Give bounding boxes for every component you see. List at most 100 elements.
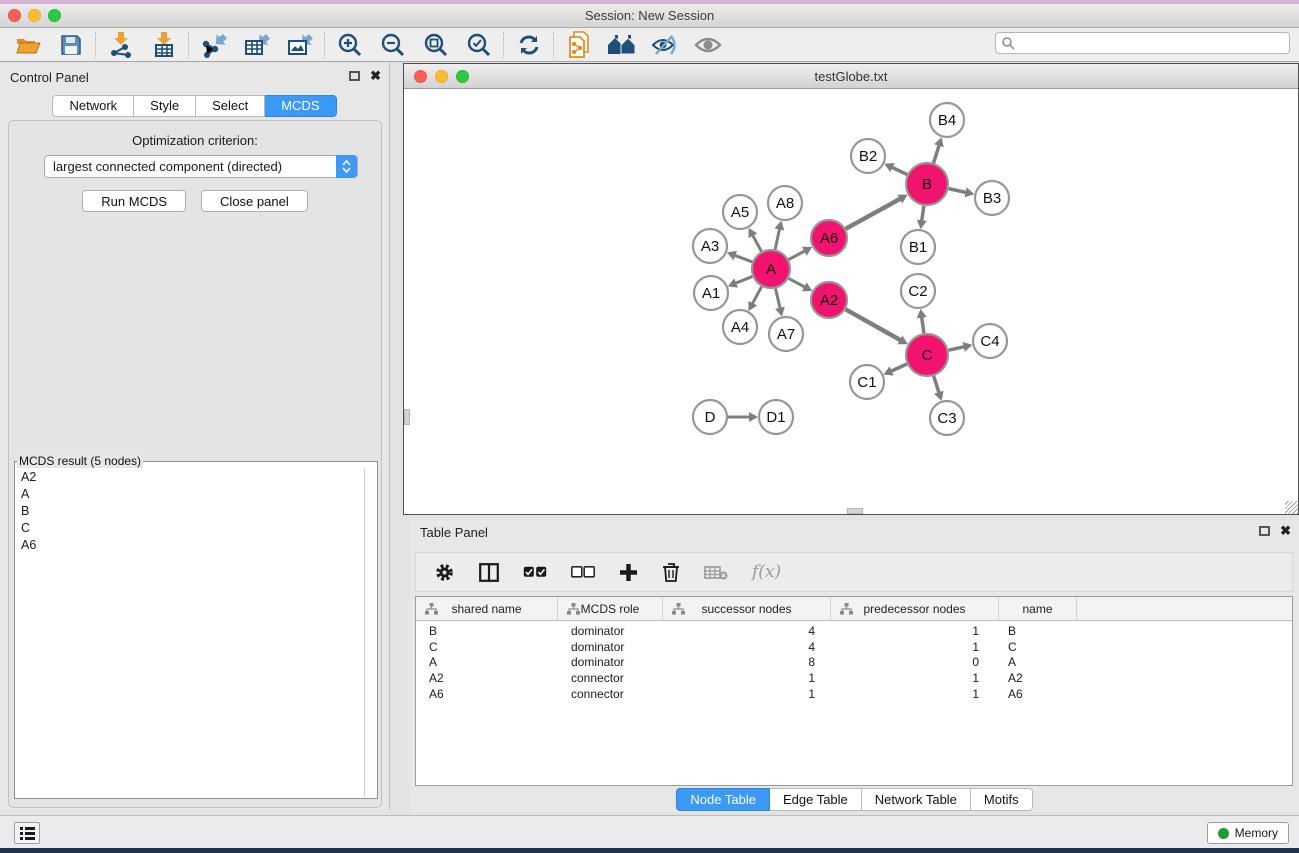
column-header-successor-nodes[interactable]: successor nodes xyxy=(663,597,831,620)
desktop-bottom-strip xyxy=(0,848,1299,853)
edge-C-C1[interactable] xyxy=(890,364,907,372)
result-scrollbar[interactable] xyxy=(364,468,377,797)
result-list-item[interactable]: C xyxy=(16,519,363,536)
column-header-predecessor-nodes[interactable]: predecessor nodes xyxy=(831,597,999,620)
column-header-shared-name[interactable]: shared name xyxy=(416,597,558,620)
table-cell: connector xyxy=(558,671,663,687)
edge-B-B3[interactable] xyxy=(949,189,968,193)
edge-A-A6[interactable] xyxy=(789,250,806,259)
run-mcds-button[interactable]: Run MCDS xyxy=(82,190,186,212)
export-image-button[interactable] xyxy=(278,30,321,60)
edge-A2-C[interactable] xyxy=(846,309,902,341)
save-session-button[interactable] xyxy=(49,30,92,60)
home-layout-button[interactable] xyxy=(600,30,643,60)
tab-select[interactable]: Select xyxy=(196,95,265,117)
zoom-in-button[interactable] xyxy=(328,30,371,60)
graph-node-label: A7 xyxy=(777,326,795,343)
table-row[interactable]: Bdominator41B xyxy=(416,624,1292,640)
result-list-item[interactable]: B xyxy=(16,502,363,519)
open-session-button[interactable] xyxy=(6,30,49,60)
new-network-from-selection-button[interactable] xyxy=(557,30,600,60)
network-canvas[interactable]: B4B2BB3A8A5A6A3B1AA1C2A2A4A7C4CC1DD1C3 xyxy=(404,89,1298,514)
zoom-out-button[interactable] xyxy=(371,30,414,60)
window-resize-grip[interactable] xyxy=(1285,501,1298,514)
toolbar-separator xyxy=(503,32,504,58)
tab-network[interactable]: Network xyxy=(52,95,134,117)
edge-A-A2[interactable] xyxy=(789,278,806,287)
open-folder-icon xyxy=(15,34,41,56)
canvas-vscroll-thumb[interactable] xyxy=(404,409,410,425)
birds-eye-icon xyxy=(694,35,722,55)
application-window: Session: New Session xyxy=(0,0,1299,853)
zoom-selected-button[interactable] xyxy=(457,30,500,60)
edge-A-A4[interactable] xyxy=(752,287,762,305)
edge-C-C2[interactable] xyxy=(921,316,923,333)
delete-column-icon[interactable] xyxy=(662,562,680,583)
zoom-fit-button[interactable] xyxy=(414,30,457,60)
table-row[interactable]: A2connector11A2 xyxy=(416,671,1292,687)
edge-A-A5[interactable] xyxy=(752,234,762,251)
tab-mcds[interactable]: MCDS xyxy=(265,95,336,117)
graph-node-label: A xyxy=(766,261,776,278)
export-network-button[interactable] xyxy=(192,30,235,60)
edge-B-B1[interactable] xyxy=(922,206,924,222)
table-cell: A xyxy=(416,655,558,671)
apply-function-icon[interactable]: f(x) xyxy=(752,562,781,582)
float-panel-icon[interactable] xyxy=(349,71,360,81)
float-table-panel-icon[interactable] xyxy=(1259,526,1270,536)
show-graphics-details-button[interactable] xyxy=(643,30,686,60)
deselect-all-columns-icon[interactable] xyxy=(571,566,595,578)
export-table-button[interactable] xyxy=(235,30,278,60)
close-table-panel-icon[interactable]: ✖ xyxy=(1280,526,1291,536)
refresh-view-button[interactable] xyxy=(507,30,550,60)
edge-A-A8[interactable] xyxy=(775,227,780,249)
edge-A-A7[interactable] xyxy=(775,288,780,309)
canvas-hscroll-thumb[interactable] xyxy=(847,508,863,514)
table-settings-icon[interactable] xyxy=(434,562,455,583)
table-cell: B xyxy=(416,624,558,640)
tab-style[interactable]: Style xyxy=(134,95,196,117)
table-row[interactable]: A6connector11A6 xyxy=(416,687,1292,703)
add-column-icon[interactable] xyxy=(619,563,638,582)
select-all-columns-icon[interactable] xyxy=(523,566,547,578)
import-table-icon xyxy=(153,32,175,58)
result-list-item[interactable]: A6 xyxy=(16,536,363,553)
table-cell: 1 xyxy=(831,687,999,703)
edge-C-C4[interactable] xyxy=(948,346,965,350)
tab-network-table[interactable]: Network Table xyxy=(862,788,971,811)
optimization-criterion-dropdown[interactable]: largest connected component (directed) xyxy=(44,155,358,178)
edge-B-B2[interactable] xyxy=(891,167,908,175)
delete-table-icon[interactable] xyxy=(704,565,728,580)
task-list-icon xyxy=(20,827,35,840)
import-network-button[interactable] xyxy=(99,30,142,60)
result-list-item[interactable]: A xyxy=(16,485,363,502)
column-header-name[interactable]: name xyxy=(999,597,1077,620)
task-history-button[interactable] xyxy=(14,822,40,844)
network-graph: B4B2BB3A8A5A6A3B1AA1C2A2A4A7C4CC1DD1C3 xyxy=(404,89,1298,514)
table-cell: 8 xyxy=(663,655,831,671)
toolbar-separator xyxy=(324,32,325,58)
column-header-mcds-role[interactable]: MCDS role xyxy=(558,597,663,620)
edge-A-A3[interactable] xyxy=(733,255,752,262)
table-row[interactable]: Adominator80A xyxy=(416,655,1292,671)
table-row[interactable]: Cdominator41C xyxy=(416,640,1292,656)
search-input[interactable] xyxy=(995,32,1290,54)
close-panel-button[interactable]: Close panel xyxy=(201,190,308,212)
edge-A6-B[interactable] xyxy=(846,198,902,229)
tab-edge-table[interactable]: Edge Table xyxy=(770,788,862,811)
import-network-icon xyxy=(109,32,133,58)
column-header-label: predecessor nodes xyxy=(863,602,965,616)
result-list-item[interactable]: A2 xyxy=(16,468,363,485)
edge-A-A1[interactable] xyxy=(734,276,752,283)
split-view-icon[interactable] xyxy=(479,563,499,582)
table-panel: Table Panel ✖ xyxy=(410,520,1299,812)
close-panel-icon[interactable]: ✖ xyxy=(370,71,381,81)
tab-motifs[interactable]: Motifs xyxy=(971,788,1033,811)
edge-B-B4[interactable] xyxy=(934,144,940,163)
tab-node-table[interactable]: Node Table xyxy=(676,788,770,811)
import-table-button[interactable] xyxy=(142,30,185,60)
mcds-result-box: MCDS result (5 nodes) A2ABCA6 xyxy=(14,454,378,799)
memory-button[interactable]: Memory xyxy=(1207,822,1289,844)
birds-eye-view-button[interactable] xyxy=(686,30,729,60)
edge-C-C3[interactable] xyxy=(934,376,940,394)
